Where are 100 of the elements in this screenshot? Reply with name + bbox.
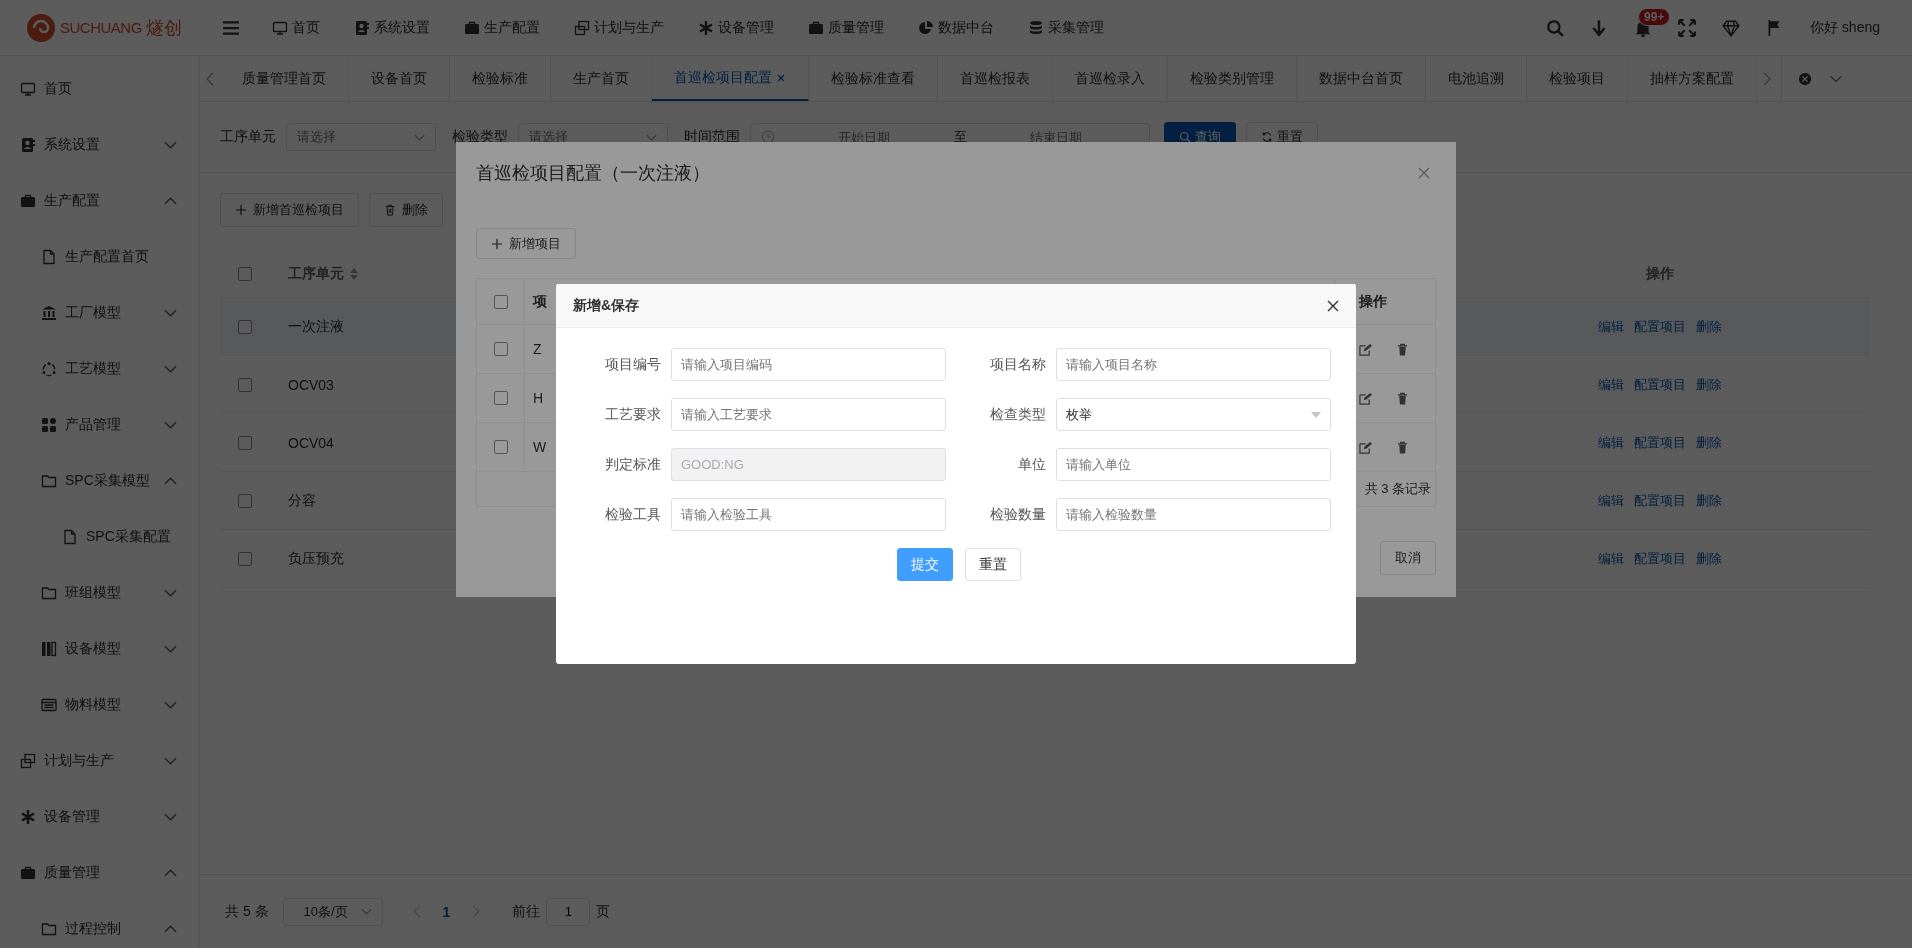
page-size-select[interactable]: 10条/页: [282, 897, 383, 926]
action-link[interactable]: 编辑: [1598, 375, 1624, 394]
edit-icon[interactable]: [1359, 440, 1372, 454]
tab[interactable]: 首巡检报表: [938, 56, 1053, 101]
action-link[interactable]: 配置项目: [1634, 375, 1686, 394]
sidebar-item[interactable]: 工厂模型: [0, 285, 199, 341]
tab[interactable]: 生产首页: [551, 56, 652, 101]
tab[interactable]: 首巡检录入: [1053, 56, 1168, 101]
table-cell: OCV03: [288, 376, 334, 393]
sidebar-item[interactable]: 计划与生产: [0, 733, 199, 789]
cancel-button[interactable]: 取消: [1380, 541, 1436, 575]
action-link[interactable]: 删除: [1696, 433, 1722, 452]
sidebar-item[interactable]: 生产配置首页: [0, 229, 199, 285]
action-link[interactable]: 编辑: [1598, 491, 1624, 510]
page-number[interactable]: 1: [442, 903, 451, 920]
checkbox[interactable]: [238, 319, 252, 334]
sidebar-item[interactable]: 工艺模型: [0, 341, 199, 397]
checkbox[interactable]: [238, 493, 252, 508]
action-link[interactable]: 配置项目: [1634, 491, 1686, 510]
action-link[interactable]: 配置项目: [1634, 549, 1686, 568]
tab[interactable]: 首巡检项目配置: [652, 56, 809, 101]
dialog-title: 新增&保存: [573, 296, 640, 315]
nav-item[interactable]: 生产配置: [464, 18, 540, 37]
total-count: 共 5 条: [225, 902, 269, 921]
trash-icon[interactable]: [1396, 440, 1409, 454]
checkbox[interactable]: [238, 377, 252, 392]
sidebar-item[interactable]: 过程控制: [0, 901, 199, 948]
diamond-icon[interactable]: [1721, 18, 1740, 37]
sidebar-item[interactable]: 班组模型: [0, 565, 199, 621]
checkbox[interactable]: [238, 267, 252, 281]
nav-item[interactable]: 系统设置: [354, 18, 430, 37]
sidebar-item[interactable]: 系统设置: [0, 117, 199, 173]
trash-icon[interactable]: [1396, 391, 1409, 405]
tab[interactable]: 电池追溯: [1426, 56, 1527, 101]
table-cell: Z: [533, 341, 542, 357]
action-link[interactable]: 配置项目: [1634, 433, 1686, 452]
column-header: 工序单元: [288, 265, 344, 283]
sidebar-item[interactable]: 首页: [0, 61, 199, 117]
action-link[interactable]: 删除: [1696, 549, 1722, 568]
add-button[interactable]: 新增首巡检项目: [220, 193, 359, 227]
add-button[interactable]: 新增项目: [476, 228, 576, 259]
bank-icon: [41, 305, 57, 321]
checkbox[interactable]: [493, 391, 508, 405]
tab[interactable]: 检验标准: [450, 56, 551, 101]
nav-item[interactable]: 计划与生产: [574, 18, 664, 37]
checkbox[interactable]: [238, 435, 252, 450]
action-link[interactable]: 删除: [1696, 375, 1722, 394]
sidebar-item[interactable]: 物料模型: [0, 677, 199, 733]
menu-icon[interactable]: [222, 18, 240, 37]
action-link[interactable]: 删除: [1696, 317, 1722, 336]
edit-icon[interactable]: [1359, 391, 1372, 405]
close-icon[interactable]: [1327, 299, 1339, 312]
nav-item[interactable]: 数据中台: [918, 18, 994, 37]
input-field[interactable]: 请输入检验数量: [1056, 498, 1331, 531]
input-field[interactable]: 请输入单位: [1056, 448, 1331, 481]
chevron-down-icon[interactable]: [1830, 74, 1842, 83]
sidebar-item[interactable]: 设备模型: [0, 621, 199, 677]
checkbox[interactable]: [493, 294, 508, 309]
checkbox[interactable]: [493, 342, 508, 356]
greeting[interactable]: 你好 sheng: [1809, 18, 1880, 37]
range-separator: 至: [953, 128, 967, 146]
checkbox[interactable]: [238, 551, 252, 566]
nav-item[interactable]: 设备管理: [698, 18, 774, 37]
delete-button[interactable]: 删除: [369, 193, 443, 227]
sidebar-item[interactable]: SPC采集配置: [0, 509, 199, 565]
input-field[interactable]: 请输入工艺要求: [671, 398, 946, 431]
tab[interactable]: 质量管理首页: [220, 56, 349, 101]
nav-item[interactable]: 首页: [272, 18, 320, 37]
input-field[interactable]: 请输入项目名称: [1056, 348, 1331, 381]
sort-icon[interactable]: [350, 268, 358, 280]
tab[interactable]: 抽样方案配置: [1628, 56, 1757, 101]
action-link[interactable]: 配置项目: [1634, 317, 1686, 336]
tab[interactable]: 检验项目: [1527, 56, 1628, 101]
edit-icon[interactable]: [1359, 342, 1372, 356]
sidebar-item[interactable]: 生产配置: [0, 173, 199, 229]
checkbox[interactable]: [493, 440, 508, 454]
action-link[interactable]: 删除: [1696, 491, 1722, 510]
nav-item[interactable]: 质量管理: [808, 18, 884, 37]
nav-item[interactable]: 采集管理: [1028, 18, 1104, 37]
select-field[interactable]: 枚举: [1056, 398, 1331, 431]
sidebar-item[interactable]: 质量管理: [0, 845, 199, 901]
reset-button[interactable]: 重置: [965, 548, 1021, 581]
input-field[interactable]: 请输入检验工具: [671, 498, 946, 531]
fullscreen-icon[interactable]: [1677, 18, 1696, 37]
tab[interactable]: 数据中台首页: [1297, 56, 1426, 101]
input-field[interactable]: 请输入项目编码: [671, 348, 946, 381]
submit-button[interactable]: 提交: [897, 548, 953, 581]
close-circle-icon[interactable]: [1798, 71, 1812, 86]
action-link[interactable]: 编辑: [1598, 433, 1624, 452]
tab[interactable]: 设备首页: [349, 56, 450, 101]
page-input[interactable]: 1: [546, 897, 591, 926]
action-link[interactable]: 编辑: [1598, 317, 1624, 336]
search-icon[interactable]: [1545, 18, 1564, 37]
tab[interactable]: 检验标准查看: [809, 56, 938, 101]
sidebar-item[interactable]: 产品管理: [0, 397, 199, 453]
sidebar-item[interactable]: SPC采集模型: [0, 453, 199, 509]
tab[interactable]: 检验类别管理: [1168, 56, 1297, 101]
action-link[interactable]: 编辑: [1598, 549, 1624, 568]
trash-icon[interactable]: [1396, 342, 1409, 356]
sidebar-item[interactable]: 设备管理: [0, 789, 199, 845]
